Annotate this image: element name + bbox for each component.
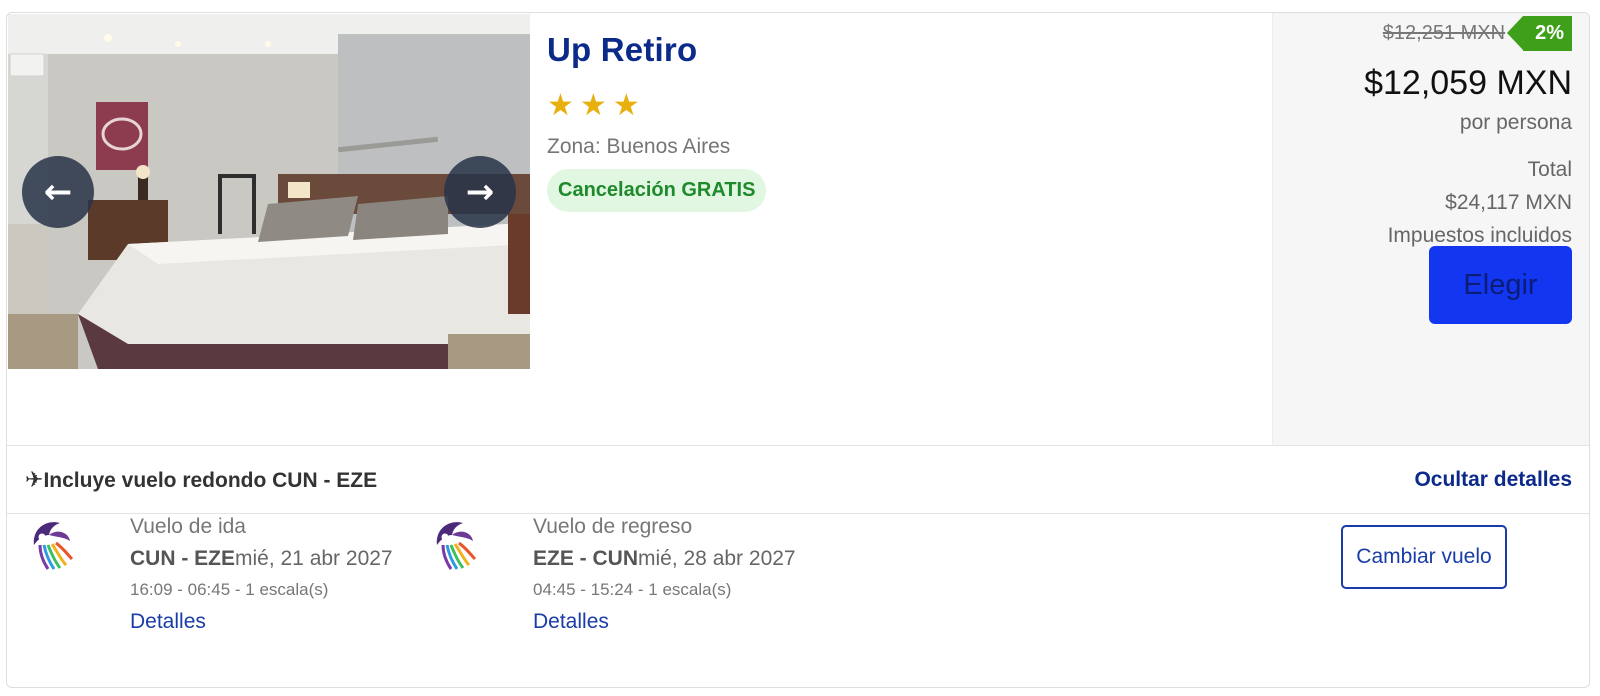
airline-logo-icon (436, 522, 477, 570)
flight-summary-title: ✈Incluye vuelo redondo CUN - EZE (25, 468, 377, 493)
hotel-zone: Zona: Buenos Aires (547, 135, 731, 158)
original-price: $12,251 MXN (1382, 22, 1506, 44)
flight-route: CUN - EZEmié, 21 abr 2027 (130, 547, 430, 571)
star-rating: ★ ★ ★ (547, 91, 766, 121)
flight-details-link[interactable]: Detalles (533, 610, 833, 634)
discount-badge: 2% (1507, 16, 1572, 51)
hotel-name[interactable]: Up Retiro (547, 31, 766, 69)
flight-date: mié, 21 abr 2027 (235, 547, 393, 570)
flight-details-link[interactable]: Detalles (130, 610, 430, 634)
star-icon: ★ (579, 88, 607, 123)
total-label: Total (1527, 158, 1572, 181)
hotel-photo[interactable]: ← → (8, 14, 530, 369)
free-cancellation-badge: Cancelación GRATIS (547, 169, 767, 212)
price-panel: $12,251 MXN 2% $12,059 MXN por persona T… (1272, 13, 1589, 445)
hide-details-link[interactable]: Ocultar detalles (1414, 468, 1572, 492)
photo-next-button[interactable]: → (444, 156, 516, 228)
airline-logo-icon (33, 522, 74, 570)
flight-date: mié, 28 abr 2027 (638, 547, 796, 570)
star-icon: ★ (547, 88, 574, 123)
arrow-right-icon: → (465, 172, 495, 212)
route-code: CUN - EZE (130, 547, 235, 570)
route-code: EZE - CUN (533, 547, 638, 570)
flight-route: EZE - CUNmié, 28 abr 2027 (533, 547, 833, 571)
flight-summary-bar: ✈Incluye vuelo redondo CUN - EZE Ocultar… (7, 445, 1589, 514)
total-price: $24,117 MXN (1445, 191, 1572, 214)
airplane-icon: ✈ (25, 468, 44, 493)
choose-button[interactable]: Elegir (1429, 246, 1572, 324)
hotel-info: Up Retiro ★ ★ ★ Zona: Buenos Aires Cancela… (547, 31, 767, 212)
taxes-included-label: Impuestos incluidos (1387, 224, 1572, 247)
flight-leg-title: Vuelo de ida (130, 515, 246, 538)
star-icon: ★ (612, 88, 640, 123)
arrow-left-icon: ← (43, 172, 73, 212)
price-per-person: $12,059 MXN (1364, 64, 1572, 102)
flight-leg-title: Vuelo de regreso (533, 515, 693, 538)
flight-summary-text: Incluye vuelo redondo CUN - EZE (43, 469, 378, 492)
per-person-label: por persona (1459, 111, 1572, 134)
photo-prev-button[interactable]: ← (22, 156, 94, 228)
flight-times: 16:09 - 06:45 - 1 escala(s) (130, 580, 329, 599)
change-flight-button[interactable]: Cambiar vuelo (1341, 525, 1507, 589)
flight-times: 04:45 - 15:24 - 1 escala(s) (533, 580, 732, 599)
